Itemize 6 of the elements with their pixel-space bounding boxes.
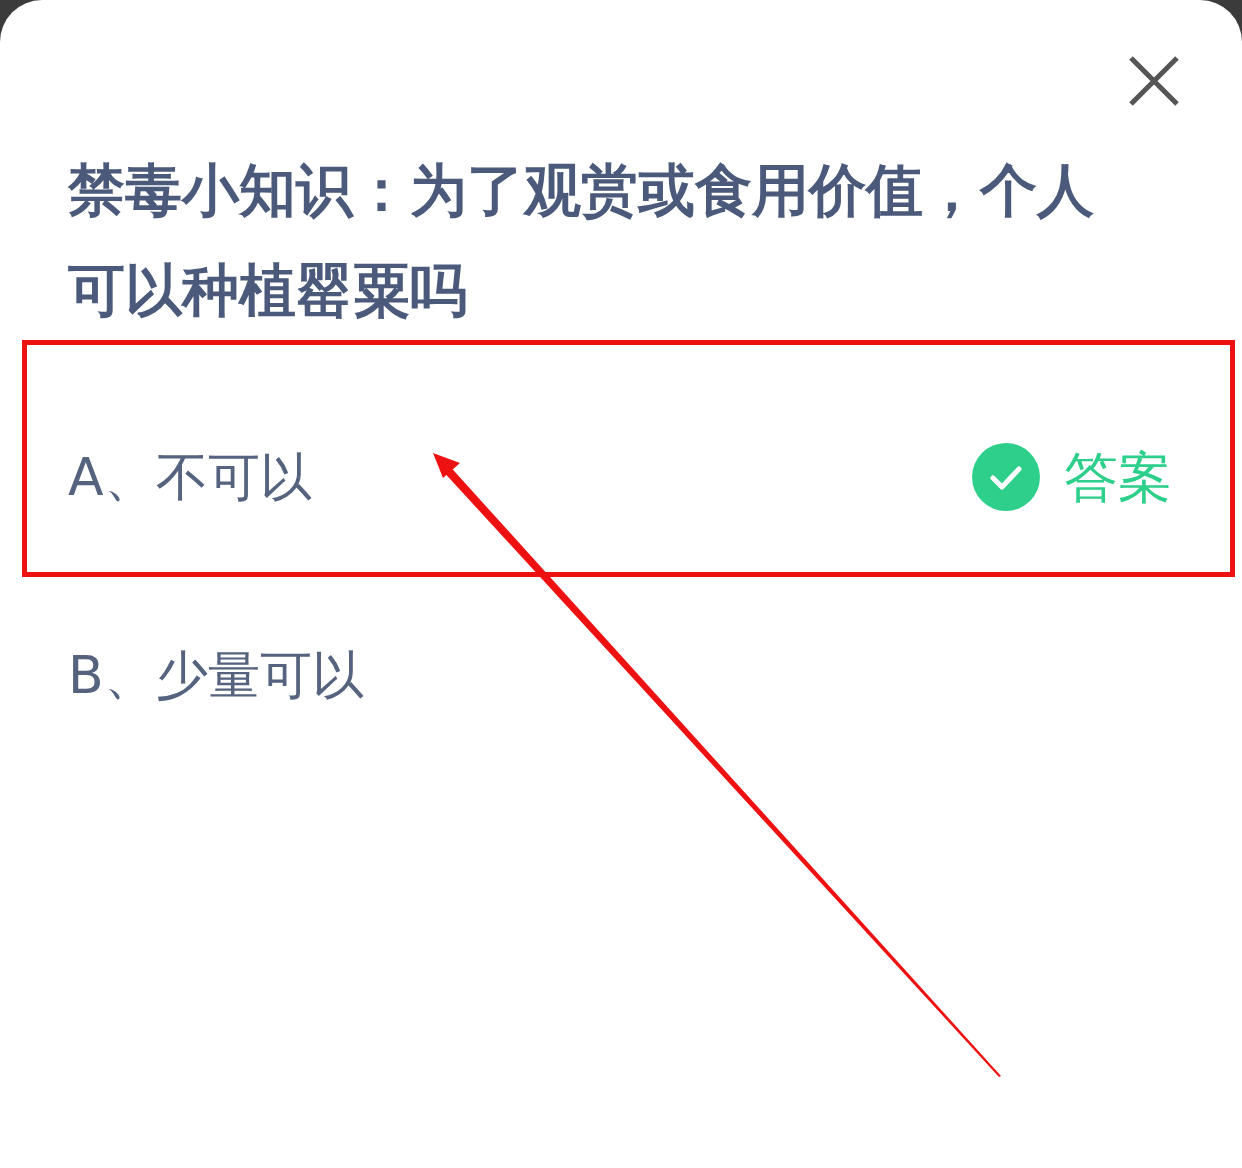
- question-title: 禁毒小知识：为了观赏或食用价值，个人可以种植罂粟吗: [68, 156, 1095, 325]
- option-text[interactable]: B、少量可以: [68, 636, 364, 714]
- option-text[interactable]: A、不可以: [68, 438, 312, 516]
- close-icon[interactable]: [1128, 55, 1180, 107]
- check-icon: [972, 443, 1040, 511]
- answer-label: 答案: [1064, 444, 1172, 511]
